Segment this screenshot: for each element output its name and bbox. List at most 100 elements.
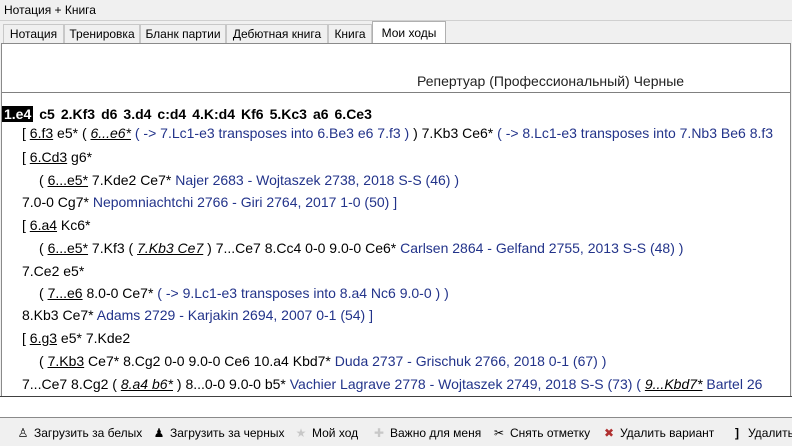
transposition-comment: ( -> 9.Lc1-e3 transposes into 8.a4 Nc6 9… bbox=[153, 285, 449, 301]
moves-text[interactable]: e5* ( bbox=[53, 125, 90, 141]
variation-line: [ 6.Cd3 g6* bbox=[22, 148, 92, 166]
moves-text[interactable]: g6* bbox=[67, 149, 92, 165]
move[interactable]: 9...Kbd7* bbox=[645, 376, 703, 392]
moves-text[interactable]: 7.Ce2 e5* bbox=[22, 263, 84, 279]
important-button[interactable]: ✚ Важно для меня bbox=[372, 424, 481, 442]
notation-panel[interactable]: Репертуар (Профессиональный) Черные 1.e4… bbox=[1, 43, 791, 396]
moves-text[interactable]: 8.Kb3 Ce7* bbox=[22, 307, 94, 323]
moves-text[interactable]: 7.0-0 Cg7* bbox=[22, 194, 89, 210]
game-reference[interactable]: Nepomniachtchi 2766 - Giri 2764, 2017 1-… bbox=[89, 194, 397, 210]
game-reference[interactable]: Carlsen 2864 - Gelfand 2755, 2013 S-S (4… bbox=[396, 240, 683, 256]
move[interactable]: 7...e6 bbox=[48, 285, 83, 301]
white-pawn-icon: ♙ bbox=[17, 426, 29, 440]
tab-bar: Нотация Тренировка Бланк партии Дебютная… bbox=[0, 21, 792, 44]
variation-line: ( 6...e5* 7.Kf3 ( 7.Kb3 Ce7 ) 7...Ce7 8.… bbox=[39, 239, 683, 257]
transposition-comment: ( -> 7.Lc1-e3 transposes into 6.Be3 e6 7… bbox=[130, 125, 414, 141]
header-divider bbox=[2, 92, 790, 93]
button-label: Удалить bbox=[748, 426, 792, 440]
moves-text[interactable]: 7.Kde2 Ce7* bbox=[88, 172, 171, 188]
moves-text[interactable]: 7...Ce7 8.Cg2 ( bbox=[22, 376, 121, 392]
window-title: Нотация + Книга bbox=[0, 0, 792, 21]
game-reference[interactable]: Bartel 26 bbox=[702, 376, 762, 392]
variation-line: [ 6.g3 e5* 7.Kde2 bbox=[22, 329, 130, 347]
move[interactable]: 7.Kb3 bbox=[48, 353, 85, 369]
button-label: Загрузить за белых bbox=[34, 426, 143, 440]
bracket: ( bbox=[39, 353, 48, 369]
moves-text[interactable]: ) 8...0-0 9.0-0 b5* bbox=[173, 376, 286, 392]
tab-notation[interactable]: Нотация bbox=[3, 24, 64, 43]
game-reference[interactable]: Adams 2729 - Karjakin 2694, 2007 0-1 (54… bbox=[94, 307, 373, 323]
my-move-button[interactable]: ★ Мой ход bbox=[294, 424, 359, 442]
move[interactable]: a6 bbox=[313, 106, 329, 122]
transposition-comment: ( -> 8.Lc1-e3 transposes into 7.Nb3 Be6 … bbox=[493, 125, 774, 141]
horizontal-scrollbar[interactable] bbox=[0, 396, 792, 418]
star-plus-icon: ✚ bbox=[373, 426, 385, 440]
move[interactable]: Kf6 bbox=[241, 106, 264, 122]
bracket: [ bbox=[22, 125, 30, 141]
variation-line: 7.0-0 Cg7* Nepomniachtchi 2766 - Giri 27… bbox=[22, 193, 397, 211]
bottom-toolbar: ♙ Загрузить за белых ♟ Загрузить за черных… bbox=[0, 420, 792, 446]
game-reference[interactable]: Najer 2683 - Wojtaszek 2738, 2018 S-S (4… bbox=[171, 172, 459, 188]
load-white-button[interactable]: ♙ Загрузить за белых bbox=[16, 424, 143, 442]
variation-line: [ 6.a4 Kc6* bbox=[22, 216, 91, 234]
move[interactable]: 6.Cd3 bbox=[30, 149, 67, 165]
variation-line: ( 6...e5* 7.Kde2 Ce7* Najer 2683 - Wojta… bbox=[39, 171, 459, 189]
moves-text[interactable]: 7.Kf3 ( bbox=[88, 240, 137, 256]
bracket: [ bbox=[22, 217, 30, 233]
repertoire-title: Репертуар (Профессиональный) Черные bbox=[417, 73, 685, 89]
move-current[interactable]: 1.e4 bbox=[2, 106, 34, 122]
moves-text[interactable]: ) 7.Kb3 Ce6* bbox=[413, 125, 493, 141]
move[interactable]: 3.d4 bbox=[123, 106, 151, 122]
variation-line: 8.Kb3 Ce7* Adams 2729 - Karjakin 2694, 2… bbox=[22, 306, 373, 324]
bracket: [ bbox=[22, 149, 30, 165]
moves-text[interactable]: 8.0-0 Ce7* bbox=[83, 285, 153, 301]
scissors-icon: ✂ bbox=[493, 426, 505, 440]
move[interactable]: c:d4 bbox=[157, 106, 186, 122]
move[interactable]: c5 bbox=[39, 106, 55, 122]
move[interactable]: 6.Ce3 bbox=[335, 106, 372, 122]
move[interactable]: 6...e5* bbox=[48, 240, 88, 256]
moves-text[interactable]: Kc6* bbox=[57, 217, 91, 233]
bracket: ( bbox=[39, 240, 48, 256]
move[interactable]: 6.g3 bbox=[30, 330, 57, 346]
move[interactable]: 6.f3 bbox=[30, 125, 53, 141]
load-black-button[interactable]: ♟ Загрузить за черных bbox=[152, 424, 285, 442]
bracket: ( bbox=[39, 172, 48, 188]
tab-game-form[interactable]: Бланк партии bbox=[140, 24, 226, 43]
move[interactable]: 4.K:d4 bbox=[192, 106, 235, 122]
black-pawn-icon: ♟ bbox=[153, 426, 165, 440]
move[interactable]: 2.Kf3 bbox=[61, 106, 95, 122]
bracket: [ bbox=[22, 330, 30, 346]
tab-my-moves[interactable]: Мои ходы bbox=[372, 21, 446, 44]
game-reference[interactable]: Duda 2737 - Grischuk 2766, 2018 0-1 (67)… bbox=[331, 353, 607, 369]
variation-line: [ 6.f3 e5* ( 6...e6* ( -> 7.Lc1-e3 trans… bbox=[22, 124, 773, 142]
move[interactable]: d6 bbox=[101, 106, 117, 122]
move[interactable]: 5.Kc3 bbox=[270, 106, 307, 122]
game-reference[interactable]: Vachier Lagrave 2778 - Wojtaszek 2749, 2… bbox=[286, 376, 645, 392]
tab-training[interactable]: Тренировка bbox=[64, 24, 140, 43]
move[interactable]: 6.a4 bbox=[30, 217, 57, 233]
button-label: Мой ход bbox=[312, 426, 359, 440]
move[interactable]: 8.a4 b6* bbox=[121, 376, 173, 392]
move[interactable]: 7.Kb3 Ce7 bbox=[137, 240, 203, 256]
delete-variant-button[interactable]: ✖ Удалить вариант bbox=[602, 424, 714, 442]
tab-opening-book[interactable]: Дебютная книга bbox=[226, 24, 328, 43]
unmark-button[interactable]: ✂ Снять отметку bbox=[492, 424, 590, 442]
moves-text[interactable]: ) 7...Ce7 8.Cc4 0-0 9.0-0 Ce6* bbox=[203, 240, 396, 256]
move[interactable]: 6...e5* bbox=[48, 172, 88, 188]
mainline-moves: 1.e4 c5 2.Kf3 d6 3.d4 c:d4 4.K:d4 Kf6 5.Kc3 a6 6.C… bbox=[2, 105, 378, 123]
move[interactable]: 6...e6* bbox=[91, 125, 131, 141]
star-icon: ★ bbox=[295, 426, 307, 440]
moves-text[interactable]: e5* 7.Kde2 bbox=[57, 330, 130, 346]
button-label: Загрузить за черных bbox=[170, 426, 285, 440]
variation-line: ( 7.Kb3 Ce7* 8.Cg2 0-0 9.0-0 Ce6 10.a4 K… bbox=[39, 352, 606, 370]
variation-line: 7...Ce7 8.Cg2 ( 8.a4 b6* ) 8...0-0 9.0-0… bbox=[22, 375, 762, 393]
moves-text[interactable]: Ce7* 8.Cg2 0-0 9.0-0 Ce6 10.a4 Kbd7* bbox=[84, 353, 331, 369]
variation-line: ( 7...e6 8.0-0 Ce7* ( -> 9.Lc1-e3 transp… bbox=[39, 284, 449, 302]
cross-icon: ✖ bbox=[603, 426, 615, 440]
tab-book[interactable]: Книга bbox=[328, 24, 372, 43]
button-label: Снять отметку bbox=[510, 426, 591, 440]
delete-button[interactable]: ] Удалить bbox=[730, 424, 792, 442]
button-label: Важно для меня bbox=[390, 426, 482, 440]
button-label: Удалить вариант bbox=[620, 426, 715, 440]
